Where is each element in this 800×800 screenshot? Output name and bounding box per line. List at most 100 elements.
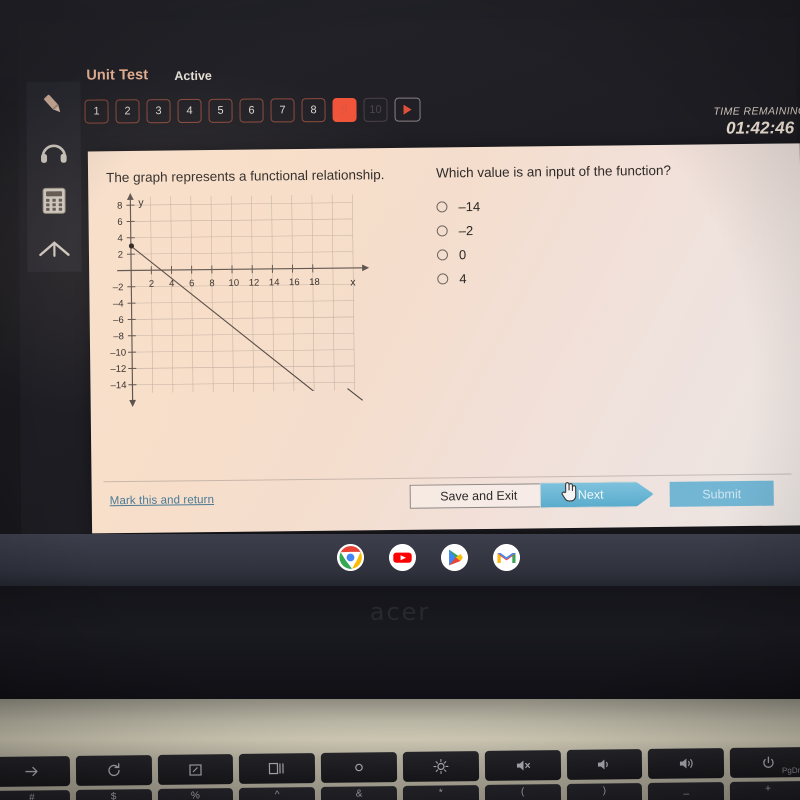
svg-text:6: 6	[189, 278, 194, 289]
play-arrow-icon[interactable]	[394, 97, 421, 122]
play-store-icon[interactable]	[441, 544, 468, 571]
question-button-10-disabled: 10	[363, 97, 388, 122]
submit-button[interactable]: Submit	[669, 480, 774, 507]
svg-text:8: 8	[209, 278, 214, 289]
svg-text:2: 2	[118, 250, 123, 261]
answer-choices: –14 –2 0 4	[436, 195, 481, 291]
svg-text:8: 8	[117, 201, 122, 212]
volume-up-icon[interactable]	[648, 748, 725, 779]
y-axis-label: y	[138, 197, 144, 209]
answer-choice-label: –14	[458, 198, 481, 215]
answer-choice-4[interactable]: 4	[437, 267, 481, 290]
next-button[interactable]: Next	[540, 481, 654, 508]
question-button-6[interactable]: 6	[239, 98, 264, 123]
radio-button-icon[interactable]	[436, 225, 448, 237]
radio-button-icon[interactable]	[436, 249, 449, 261]
key-percent[interactable]: %	[157, 788, 234, 800]
overview-windows-icon[interactable]	[239, 753, 316, 784]
gmail-icon[interactable]	[493, 544, 520, 571]
svg-text:4: 4	[117, 233, 122, 244]
svg-text:10: 10	[228, 278, 239, 289]
answer-choice-1[interactable]: –14	[436, 195, 480, 218]
unit-test-title: Unit Test	[86, 67, 149, 84]
key-paren-close[interactable]: )	[566, 783, 643, 800]
key-asterisk[interactable]: *	[402, 785, 479, 800]
y-axis-arrow	[126, 192, 134, 201]
headphones-icon[interactable]	[35, 136, 73, 170]
time-remaining-label: TIME REMAINING	[713, 105, 800, 118]
answer-choice-2[interactable]: –2	[436, 219, 481, 242]
svg-text:18: 18	[309, 277, 320, 288]
svg-text:12: 12	[249, 278, 260, 289]
svg-text:–8: –8	[113, 331, 124, 342]
chromebook-screen: Unit Test Active 1 2 3 4 5 6 7 8 9 10 TI…	[15, 17, 800, 561]
question-button-3[interactable]: 3	[146, 99, 171, 124]
key-ampersand[interactable]: &	[321, 786, 398, 800]
svg-text:16: 16	[289, 277, 300, 288]
key-underscore[interactable]: _	[648, 782, 725, 800]
answer-choice-label: –2	[458, 223, 474, 239]
youtube-icon[interactable]	[389, 544, 416, 571]
highlighter-icon[interactable]	[34, 88, 72, 122]
radio-button-icon[interactable]	[436, 201, 448, 213]
graph-line-tail	[347, 388, 363, 401]
collapse-up-icon[interactable]	[35, 232, 73, 266]
question-navigation: 1 2 3 4 5 6 7 8 9 10	[84, 97, 421, 124]
answer-choice-label: 4	[459, 271, 467, 287]
svg-text:–14: –14	[111, 380, 127, 391]
volume-down-icon[interactable]	[566, 749, 643, 780]
graph-axes	[117, 196, 366, 403]
mark-this-and-return-link[interactable]: Mark this and return	[110, 494, 214, 507]
assessment-status: Active	[174, 68, 212, 84]
graph-svg: 8 6 4 2 –2 –4 –6 –8 –10 –12 –14 2 4 6 8 …	[110, 192, 370, 407]
shelf-app-icons	[337, 544, 520, 571]
key-page-down-label: PgDn	[781, 765, 800, 776]
question-panel: The graph represents a functional relati…	[87, 143, 800, 534]
x-axis-label: x	[350, 276, 356, 288]
time-remaining-value: 01:42:46	[726, 118, 795, 138]
forward-arrow-icon[interactable]	[0, 756, 70, 787]
key-caret[interactable]: ^	[239, 787, 316, 800]
svg-text:–4: –4	[113, 299, 124, 310]
svg-text:–12: –12	[110, 364, 126, 375]
x-axis-arrow	[362, 264, 370, 272]
screenshot-root: Unit Test Active 1 2 3 4 5 6 7 8 9 10 TI…	[0, 0, 800, 800]
svg-text:14: 14	[269, 277, 280, 288]
calculator-icon[interactable]	[35, 184, 73, 218]
question-button-8[interactable]: 8	[301, 98, 326, 123]
key-dollar[interactable]: $	[75, 789, 152, 800]
fullscreen-icon[interactable]	[157, 754, 234, 785]
y-axis-arrow-down	[129, 399, 137, 407]
key-hash[interactable]: #	[0, 790, 70, 800]
svg-text:–10: –10	[110, 348, 126, 359]
question-button-1[interactable]: 1	[84, 99, 109, 124]
x-tick-labels: 2 4 6 8 10 12 14 16 18	[149, 277, 320, 290]
question-button-4[interactable]: 4	[177, 98, 202, 124]
mute-icon[interactable]	[484, 750, 561, 781]
question-button-9-active[interactable]: 9	[332, 97, 357, 123]
question-button-2[interactable]: 2	[115, 99, 140, 124]
acer-brand-logo: acer	[369, 598, 431, 626]
graph-grid	[130, 194, 355, 393]
radio-button-icon[interactable]	[437, 273, 449, 285]
answer-choice-label: 0	[458, 247, 467, 263]
chrome-icon[interactable]	[337, 544, 364, 571]
question-button-7[interactable]: 7	[270, 98, 295, 123]
question-button-5[interactable]: 5	[208, 98, 233, 123]
coordinate-graph: 8 6 4 2 –2 –4 –6 –8 –10 –12 –14 2 4 6 8 …	[102, 190, 404, 411]
svg-text:4: 4	[169, 278, 174, 289]
svg-text:2: 2	[149, 279, 154, 290]
question-stem: The graph represents a functional relati…	[106, 167, 385, 186]
save-and-exit-button[interactable]: Save and Exit	[409, 483, 548, 509]
question-prompt: Which value is an input of the function?	[435, 162, 672, 181]
key-plus[interactable]: +	[730, 781, 800, 800]
svg-text:–2: –2	[113, 282, 124, 293]
svg-text:–6: –6	[113, 315, 124, 326]
key-paren-open[interactable]: (	[484, 784, 561, 800]
answer-choice-3[interactable]: 0	[436, 243, 481, 266]
time-remaining: TIME REMAINING 01:42:46	[713, 105, 800, 139]
reload-icon[interactable]	[75, 755, 152, 786]
svg-text:6: 6	[117, 217, 122, 228]
brightness-down-icon[interactable]	[320, 752, 398, 783]
brightness-up-icon[interactable]	[402, 751, 479, 782]
